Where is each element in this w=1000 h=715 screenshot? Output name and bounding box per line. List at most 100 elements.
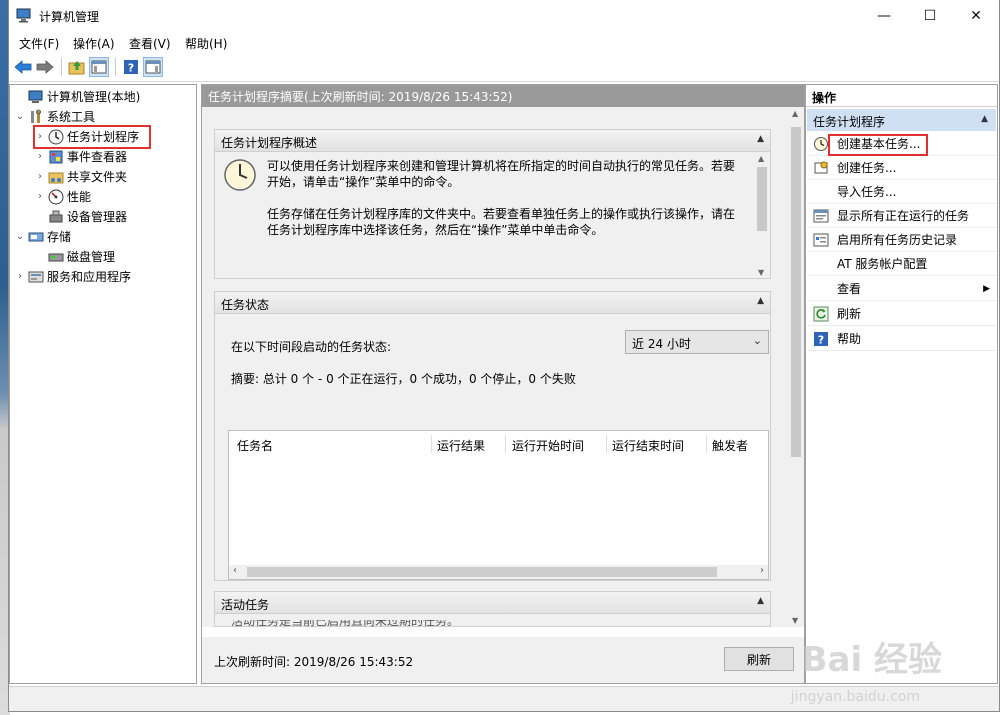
large-clock-icon — [223, 158, 257, 195]
tree-item-disk-management[interactable]: 磁盘管理 — [34, 247, 115, 266]
scroll-up-icon[interactable]: ▲ — [758, 154, 764, 163]
grid-scrollbar-thumb[interactable] — [247, 567, 717, 577]
minimize-button[interactable]: — — [861, 0, 907, 31]
up-folder-icon — [68, 61, 85, 75]
back-button[interactable] — [13, 57, 33, 77]
up-button[interactable] — [67, 57, 87, 77]
action-label: 导入任务... — [837, 185, 897, 199]
tree-item-label: 设备管理器 — [67, 210, 128, 224]
status-period-value: 近 24 小时 — [632, 337, 691, 351]
chevron-down-icon: ⌄ — [752, 334, 762, 347]
center-pane-header: 任务计划程序摘要(上次刷新时间: 2019/8/26 15:43:52) — [202, 85, 804, 107]
window-title: 计算机管理 — [39, 10, 100, 24]
column-header-run-start-time[interactable]: 运行开始时间 — [512, 437, 584, 454]
column-separator[interactable] — [505, 435, 506, 453]
create-task-icon — [814, 161, 828, 173]
action-import-task[interactable]: 导入任务... — [807, 180, 996, 204]
close-button[interactable]: ✕ — [953, 0, 999, 31]
action-enable-task-history[interactable]: 启用所有任务历史记录 — [807, 228, 996, 252]
action-label: 启用所有任务历史记录 — [837, 233, 958, 247]
menu-view[interactable]: 查看(V) — [129, 35, 171, 52]
collapse-icon[interactable]: ▲ — [757, 296, 764, 306]
view-icon — [813, 281, 829, 297]
status-period-label: 在以下时间段启动的任务状态: — [231, 340, 392, 354]
overview-scrollbar-thumb[interactable] — [757, 167, 767, 231]
forward-button[interactable] — [35, 57, 55, 77]
overview-scrollbar[interactable]: ▲ ▼ — [755, 153, 769, 278]
show-hide-tree-button[interactable] — [89, 57, 109, 77]
navigation-tree: 计算机管理(本地) ⌄ 系统工具 › 任务计划程序 › 事件查看器 › 共享文件… — [9, 84, 197, 684]
tree-item-device-manager[interactable]: 设备管理器 — [34, 207, 127, 226]
active-tasks-section-header[interactable]: 活动任务 ▲ — [215, 592, 770, 614]
refresh-button[interactable]: 刷新 — [724, 647, 794, 671]
scroll-up-icon[interactable]: ▲ — [792, 109, 798, 118]
column-separator[interactable] — [606, 435, 607, 453]
column-separator[interactable] — [706, 435, 707, 453]
action-at-service-account-config[interactable]: AT 服务帐户配置 — [807, 252, 996, 276]
action-display-running-tasks[interactable]: 显示所有正在运行的任务 — [807, 204, 996, 228]
action-help[interactable]: ? 帮助 — [807, 327, 996, 351]
actions-pane: 操作 任务计划程序 ▲ 创建基本任务... 创建任务... 导入任务... 显示… — [805, 84, 998, 684]
column-separator[interactable] — [431, 435, 432, 453]
tree-item-shared-folders[interactable]: › 共享文件夹 — [34, 167, 127, 186]
action-create-task[interactable]: 创建任务... — [807, 156, 996, 180]
collapse-icon[interactable]: ▲ — [757, 596, 764, 606]
overview-section-header[interactable]: 任务计划程序概述 ▲ — [215, 130, 770, 152]
forward-arrow-icon — [36, 60, 54, 74]
tree-item-label: 存储 — [47, 230, 72, 244]
last-refresh-time: 上次刷新时间: 2019/8/26 15:43:52 — [214, 655, 414, 669]
back-arrow-icon — [14, 60, 32, 74]
scroll-down-icon[interactable]: ▼ — [758, 268, 764, 277]
tree-item-performance[interactable]: › 性能 — [34, 187, 91, 206]
scroll-right-icon[interactable]: › — [760, 565, 764, 576]
title-bar[interactable]: 计算机管理 — ☐ ✕ — [9, 0, 999, 31]
tree-expander-icon[interactable]: › — [34, 151, 46, 162]
maximize-button[interactable]: ☐ — [907, 0, 953, 31]
show-hide-action-pane-button[interactable] — [143, 57, 163, 77]
collapse-icon[interactable]: ▲ — [757, 134, 764, 144]
menu-help[interactable]: 帮助(H) — [185, 35, 227, 52]
overview-text: 可以使用任务计划程序来创建和管理计算机将在所指定的时间自动执行的常见任务。若要 … — [267, 158, 735, 238]
summary-vertical-scrollbar[interactable]: ▲ ▼ — [788, 107, 804, 627]
tree-expander-icon[interactable]: ⌄ — [14, 111, 26, 122]
column-header-task-name[interactable]: 任务名 — [237, 437, 273, 454]
computer-management-app-icon — [16, 8, 31, 23]
actions-group-label: 任务计划程序 — [813, 115, 886, 129]
grid-horizontal-scrollbar[interactable]: ‹ › — [229, 565, 768, 579]
tree-expander-icon[interactable]: ⌄ — [14, 231, 26, 242]
tree-item-storage[interactable]: ⌄ 存储 — [14, 227, 71, 246]
svg-text:?: ? — [128, 62, 134, 75]
scroll-left-icon[interactable]: ‹ — [233, 565, 237, 576]
tree-item-system-tools[interactable]: ⌄ 系统工具 — [14, 107, 95, 126]
action-view[interactable]: 查看 ▶ — [807, 277, 996, 301]
scroll-down-icon[interactable]: ▼ — [792, 616, 798, 625]
device-manager-icon — [49, 210, 63, 222]
tree-item-services-and-applications[interactable]: › 服务和应用程序 — [14, 267, 131, 286]
running-tasks-icon — [813, 209, 829, 222]
tree-item-computer-management[interactable]: 计算机管理(本地) — [14, 87, 140, 106]
tree-expander-icon[interactable]: › — [34, 191, 46, 202]
collapse-icon[interactable]: ▲ — [981, 114, 988, 124]
actions-pane-title: 操作 — [806, 85, 997, 107]
status-period-dropdown[interactable]: 近 24 小时 ⌄ — [625, 330, 769, 354]
task-status-grid: 任务名 运行结果 运行开始时间 运行结束时间 触发者 ‹ › — [228, 430, 769, 580]
actions-group-task-scheduler[interactable]: 任务计划程序 ▲ — [807, 109, 996, 131]
menu-action[interactable]: 操作(A) — [73, 35, 115, 52]
action-refresh[interactable]: 刷新 — [807, 302, 996, 326]
summary-scrollbar-thumb[interactable] — [791, 127, 801, 457]
computer-management-icon — [28, 90, 43, 103]
help-button[interactable]: ? — [121, 57, 141, 77]
tree-item-event-viewer[interactable]: › 事件查看器 — [34, 147, 127, 166]
column-header-run-result[interactable]: 运行结果 — [437, 437, 485, 454]
summary-scroll-area[interactable]: 任务计划程序概述 ▲ 可以使用任务计划程序来创建和管理计算机将在所指定的时间自动… — [202, 107, 804, 628]
column-header-run-end-time[interactable]: 运行结束时间 — [612, 437, 684, 454]
task-status-section-header[interactable]: 任务状态 ▲ — [215, 292, 770, 314]
menu-file[interactable]: 文件(F) — [19, 35, 59, 52]
menu-bar: 文件(F) 操作(A) 查看(V) 帮助(H) — [9, 31, 999, 53]
tools-icon — [31, 109, 41, 123]
tree-expander-icon[interactable]: › — [34, 171, 46, 182]
column-header-triggered-by[interactable]: 触发者 — [712, 437, 748, 454]
tree-expander-icon[interactable]: › — [14, 271, 26, 282]
highlight-box-create-basic-task — [828, 134, 928, 156]
center-pane: 任务计划程序摘要(上次刷新时间: 2019/8/26 15:43:52) 任务计… — [201, 84, 805, 684]
